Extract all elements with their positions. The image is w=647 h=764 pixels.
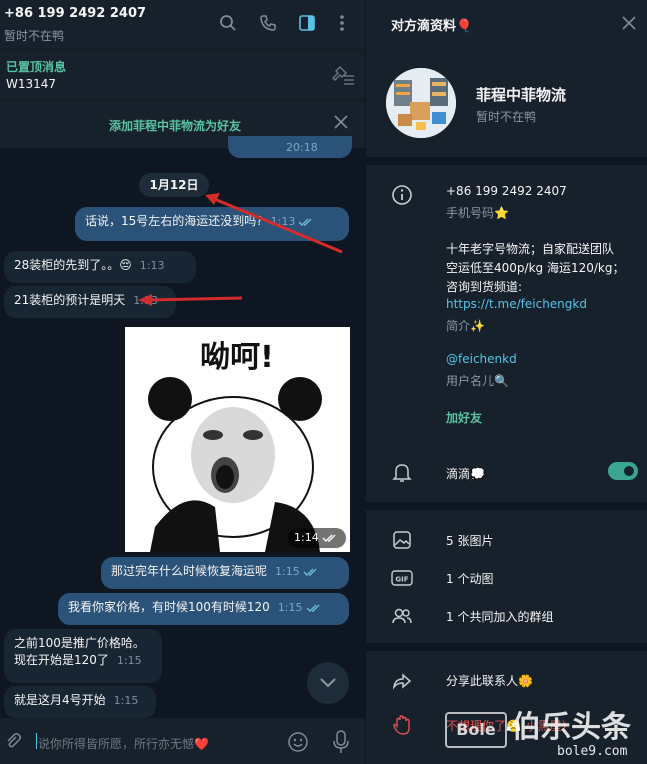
message-bubble[interactable]: 之前100是推广价格哈。 现在开始是120了 1:15 (4, 629, 162, 683)
bell-icon (391, 461, 413, 483)
message-text: 我看你家价格，有时候100有时候120 (68, 600, 270, 614)
annotation-arrowhead (138, 294, 152, 306)
gif-icon: GIF (391, 567, 413, 589)
message-time: 1:15 (277, 601, 303, 614)
profile-name: 菲程中菲物流 (476, 86, 567, 104)
bio-label: 简介✨ (446, 319, 485, 333)
text-cursor (36, 733, 37, 749)
message-time: 1:15 (116, 654, 142, 667)
read-check-icon (303, 568, 317, 576)
warehouse-avatar-image (386, 68, 456, 138)
username-label: 用户名儿🔍 (446, 374, 509, 388)
block-hand-icon (391, 714, 413, 736)
chevron-down-icon (320, 678, 336, 688)
notifications-label: 滴滴💭 (446, 467, 485, 481)
group-icon (391, 605, 413, 627)
profile-panel: 对方滴资料🎈 菲程中菲物流 暂时不在鸭 +86 199 2492 2407 手机… (365, 0, 647, 764)
phone-label: 手机号码⭐ (446, 206, 509, 220)
telegram-window: +86 199 2492 2407 暂时不在鸭 已置顶消息 W13147 添加菲… (0, 0, 647, 764)
bio-line: 空运低至400p/kg 海运120/kg； (446, 261, 625, 275)
message-bubble[interactable]: 我看你家价格，有时候100有时候120 1:15 (58, 593, 349, 625)
annotation-arrow (211, 196, 343, 254)
bio-line: 十年老字号物流；自家配送团队 (446, 242, 615, 256)
attach-icon[interactable] (4, 732, 22, 750)
annotation-arrows (138, 193, 343, 306)
read-check-icon (306, 604, 320, 612)
watermark: Bole 伯乐头条 bole9.com (445, 702, 645, 762)
message-bubble[interactable]: 那过完年什么时候恢复海运呢 1:15 (101, 557, 349, 589)
share-contact-button[interactable]: 分享此联系人🌼 (446, 672, 533, 689)
section-divider (366, 502, 647, 510)
message-time: 1:15 (275, 565, 300, 578)
section-divider (366, 157, 647, 165)
media-gifs[interactable]: 1 个动图 (446, 570, 493, 587)
message-time: 1:15 (113, 694, 139, 707)
add-friend-button[interactable]: 加好友 (446, 409, 482, 426)
panda-sticker[interactable]: 呦呵! 1:14 (125, 327, 350, 552)
sticker-caption: 呦呵! (200, 340, 274, 375)
chat-pane: +86 199 2492 2407 暂时不在鸭 已置顶消息 W13147 添加菲… (0, 0, 365, 764)
microphone-icon[interactable] (332, 730, 350, 754)
username[interactable]: @feichenkd (446, 352, 517, 366)
close-icon[interactable] (621, 15, 637, 31)
panda-meme-image: 呦呵! (148, 340, 322, 552)
image-icon (391, 529, 413, 551)
toggle-knob (622, 464, 636, 478)
svg-text:GIF: GIF (395, 576, 408, 584)
watermark-logo: Bole (445, 712, 507, 748)
annotation-arrow (147, 296, 243, 302)
bio-channel-link[interactable]: https://t.me/feichengkd (446, 297, 587, 311)
message-text: 就是这月4号开始 (14, 693, 106, 707)
info-icon (391, 184, 413, 206)
share-icon (391, 669, 413, 691)
media-photos[interactable]: 5 张图片 (446, 532, 493, 549)
phone-number[interactable]: +86 199 2492 2407 (446, 184, 567, 198)
message-text: 之前100是推广价格哈。 (14, 636, 145, 650)
read-check-icon (322, 534, 336, 542)
bio-line: 咨询到货频道: (446, 280, 523, 294)
profile-status: 暂时不在鸭 (476, 110, 537, 124)
sticker-time: 1:14 (288, 528, 346, 548)
message-input[interactable]: 说你所得皆所愿，所行亦无憾❤️ (38, 735, 209, 752)
section-divider (366, 643, 647, 651)
watermark-brand: 伯乐头条 (511, 710, 631, 745)
scroll-down-button[interactable] (307, 662, 349, 704)
media-common-groups[interactable]: 1 个共同加入的群组 (446, 608, 553, 625)
profile-avatar[interactable] (386, 68, 456, 138)
message-text: 现在开始是120了 (14, 653, 109, 667)
profile-panel-title: 对方滴资料🎈 (391, 19, 473, 34)
message-input-bar: 说你所得皆所愿，所行亦无憾❤️ (0, 718, 365, 764)
watermark-domain: bole9.com (557, 744, 628, 759)
notifications-toggle[interactable] (608, 462, 638, 480)
message-bubble[interactable]: 就是这月4号开始 1:15 (4, 686, 156, 718)
emoji-icon[interactable] (287, 731, 309, 753)
message-text: 那过完年什么时候恢复海运呢 (111, 564, 268, 578)
